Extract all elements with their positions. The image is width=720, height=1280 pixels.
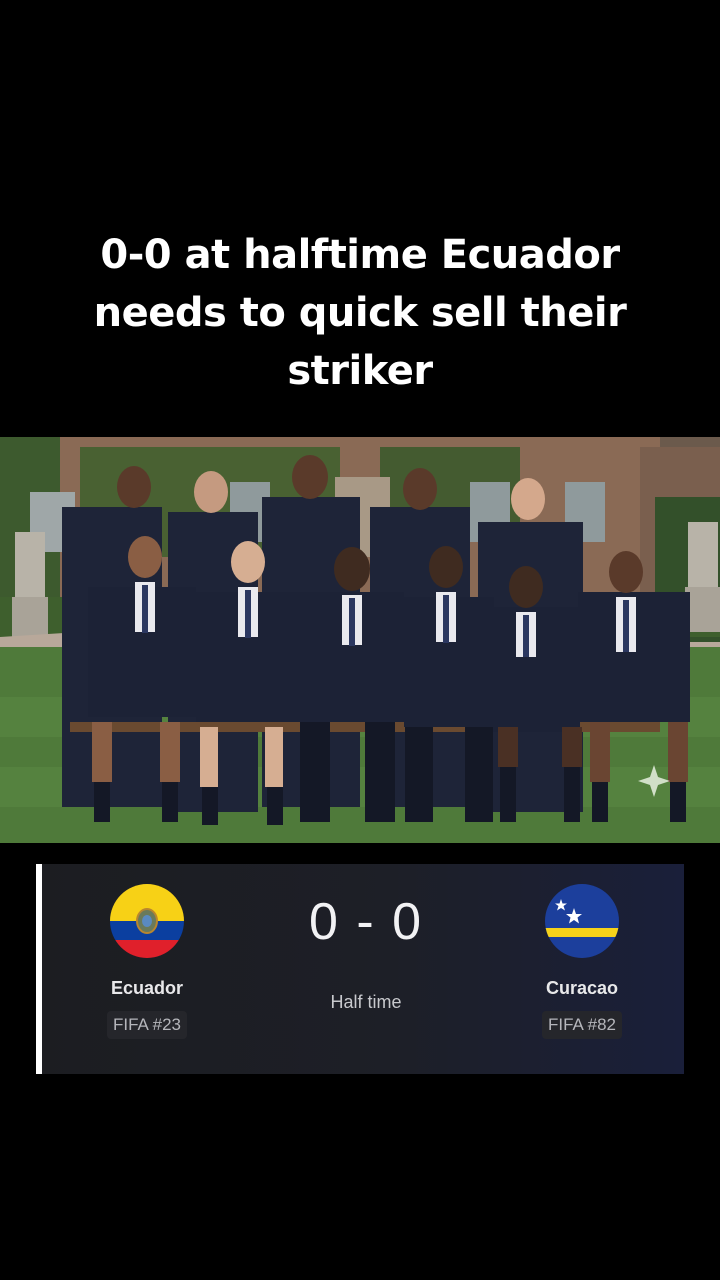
- ecuador-flag-icon: [110, 884, 184, 958]
- match-scorecard[interactable]: Ecuador FIFA #23 0 - 0 Half time Curacao…: [36, 864, 684, 1074]
- home-team-name: Ecuador: [110, 978, 184, 998]
- home-team-rank-badge: FIFA #23: [106, 1011, 188, 1039]
- match-score: 0 - 0: [308, 893, 424, 951]
- team-photo-illustration: [0, 437, 720, 843]
- post-caption: 0-0 at halftime Ecuador needs to quick s…: [93, 232, 627, 394]
- away-team[interactable]: Curacao FIFA #82: [507, 884, 657, 1039]
- home-team[interactable]: Ecuador FIFA #23: [72, 884, 222, 1039]
- card-edge-accent: [36, 864, 42, 1074]
- away-team-rank-badge: FIFA #82: [541, 1011, 623, 1039]
- curacao-flag-icon: [545, 884, 619, 958]
- away-team-name: Curacao: [545, 978, 619, 998]
- match-status: Half time: [330, 992, 402, 1012]
- team-photo: [0, 437, 720, 843]
